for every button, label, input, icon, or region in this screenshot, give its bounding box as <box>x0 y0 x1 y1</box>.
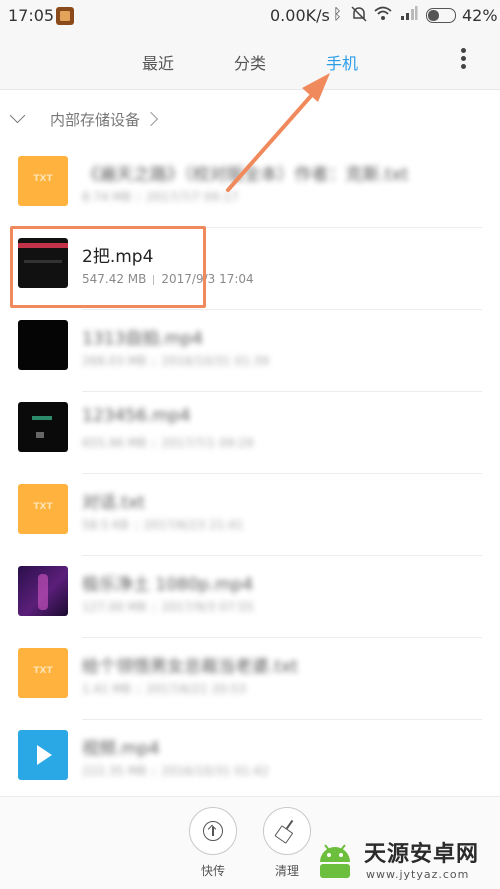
status-bar: 17:05 0.00K/s ᛒ 42% <box>0 0 500 32</box>
file-meta: 58.5 KB 2017/6/23 21:41 <box>82 518 244 532</box>
file-date: 2017/6/23 21:41 <box>143 518 244 532</box>
file-name: 极乐净土 1080p.mp4 <box>82 575 254 595</box>
file-meta: 268.03 MB 2016/10/31 01:39 <box>82 354 269 368</box>
txt-file-icon: TXT <box>18 484 68 534</box>
status-time: 17:05 <box>8 6 55 25</box>
file-meta: 8.74 MB 2017/7/7 09:17 <box>82 190 238 204</box>
tab-phone[interactable]: 手机 <box>326 50 358 74</box>
battery-icon <box>426 8 456 23</box>
breadcrumb[interactable]: 内部存储设备 <box>0 90 500 146</box>
file-size: 127.00 MB <box>82 600 147 614</box>
watermark: 天源安卓网 www.jytyaz.com <box>308 832 498 888</box>
top-tabs: 最近 分类 手机 <box>0 32 500 90</box>
file-name: 2把.mp4 <box>82 247 154 267</box>
txt-badge: TXT <box>33 666 53 676</box>
file-date: 2017/9/3 17:04 <box>161 272 254 286</box>
file-name: 视频.mp4 <box>82 739 160 759</box>
txt-file-icon: TXT <box>18 156 68 206</box>
wifi-icon <box>373 5 393 25</box>
upload-icon <box>203 821 223 841</box>
broom-icon <box>275 817 299 843</box>
list-item[interactable]: TXT 对话.txt 58.5 KB 2017/6/23 21:41 <box>0 474 500 556</box>
video-thumbnail <box>18 566 68 616</box>
collapse-chevron-icon[interactable] <box>9 107 26 124</box>
file-size: 268.03 MB <box>82 354 147 368</box>
file-size: 655.96 MB <box>82 436 147 450</box>
breadcrumb-label[interactable]: 内部存储设备 <box>50 109 140 130</box>
txt-file-icon: TXT <box>18 648 68 698</box>
txt-badge: TXT <box>33 502 53 512</box>
file-size: 58.5 KB <box>82 518 129 532</box>
file-date: 2017/6/21 20:53 <box>146 682 247 696</box>
txt-badge: TXT <box>33 174 53 184</box>
play-icon <box>37 745 52 765</box>
file-name: 1313自拍.mp4 <box>82 329 203 349</box>
file-size: 8.74 MB <box>82 190 132 204</box>
battery-level <box>428 10 439 21</box>
video-thumbnail <box>18 402 68 452</box>
watermark-name: 天源安卓网 <box>364 842 480 867</box>
send-label: 快传 <box>200 864 225 878</box>
file-meta: 222.35 MB 2016/10/31 01:42 <box>82 764 269 778</box>
more-options-icon[interactable] <box>456 46 470 76</box>
video-thumbnail <box>18 320 68 370</box>
tab-recent[interactable]: 最近 <box>142 50 174 74</box>
bluetooth-icon: ᛒ <box>333 5 343 23</box>
android-logo-icon <box>320 844 350 878</box>
file-meta: 655.96 MB 2017/7/1 09:29 <box>82 436 254 450</box>
list-item[interactable]: 1313自拍.mp4 268.03 MB 2016/10/31 01:39 <box>0 310 500 392</box>
list-item[interactable]: 123456.mp4 655.96 MB 2017/7/1 09:29 <box>0 392 500 474</box>
list-item[interactable]: TXT 《遍天之路》（校对版全本）作者：克斯.txt 8.74 MB 2017/7… <box>0 146 500 228</box>
file-date: 2016/10/31 01:39 <box>161 354 269 368</box>
file-name: 给个领悟男女总裁当老婆.txt <box>82 657 298 677</box>
list-item[interactable]: 极乐净土 1080p.mp4 127.00 MB 2017/9/3 07:55 <box>0 556 500 638</box>
list-item[interactable]: 2把.mp4 547.42 MB 2017/9/3 17:04 <box>0 228 500 310</box>
do-not-disturb-icon <box>350 5 368 27</box>
file-date: 2017/9/3 07:55 <box>161 600 254 614</box>
clean-button[interactable]: 清理 <box>261 807 313 879</box>
file-name: 《遍天之路》（校对版全本）作者：克斯.txt <box>82 165 409 185</box>
list-item[interactable]: TXT 给个领悟男女总裁当老婆.txt 1.41 MB 2017/6/21 20:… <box>0 638 500 720</box>
network-speed: 0.00K/s <box>270 6 330 25</box>
clean-label: 清理 <box>274 864 299 878</box>
signal-icon <box>400 5 418 25</box>
file-date: 2017/7/1 09:29 <box>161 436 254 450</box>
file-meta: 547.42 MB 2017/9/3 17:04 <box>82 272 254 286</box>
app-notification-icon <box>56 7 74 25</box>
file-meta: 127.00 MB 2017/9/3 07:55 <box>82 600 254 614</box>
file-size: 1.41 MB <box>82 682 132 696</box>
video-file-icon <box>18 730 68 780</box>
file-name: 对话.txt <box>82 493 145 513</box>
tab-category[interactable]: 分类 <box>234 50 266 74</box>
file-date: 2017/7/7 09:17 <box>146 190 239 204</box>
battery-percent: 42% <box>462 6 498 25</box>
file-size: 547.42 MB <box>82 272 147 286</box>
video-thumbnail <box>18 238 68 288</box>
file-name: 123456.mp4 <box>82 406 191 426</box>
watermark-url: www.jytyaz.com <box>366 868 470 881</box>
list-item[interactable]: 视频.mp4 222.35 MB 2016/10/31 01:42 <box>0 720 500 802</box>
file-date: 2016/10/31 01:42 <box>161 764 269 778</box>
chevron-right-icon <box>143 111 159 127</box>
send-button[interactable]: 快传 <box>187 807 239 879</box>
file-size: 222.35 MB <box>82 764 147 778</box>
file-meta: 1.41 MB 2017/6/21 20:53 <box>82 682 246 696</box>
